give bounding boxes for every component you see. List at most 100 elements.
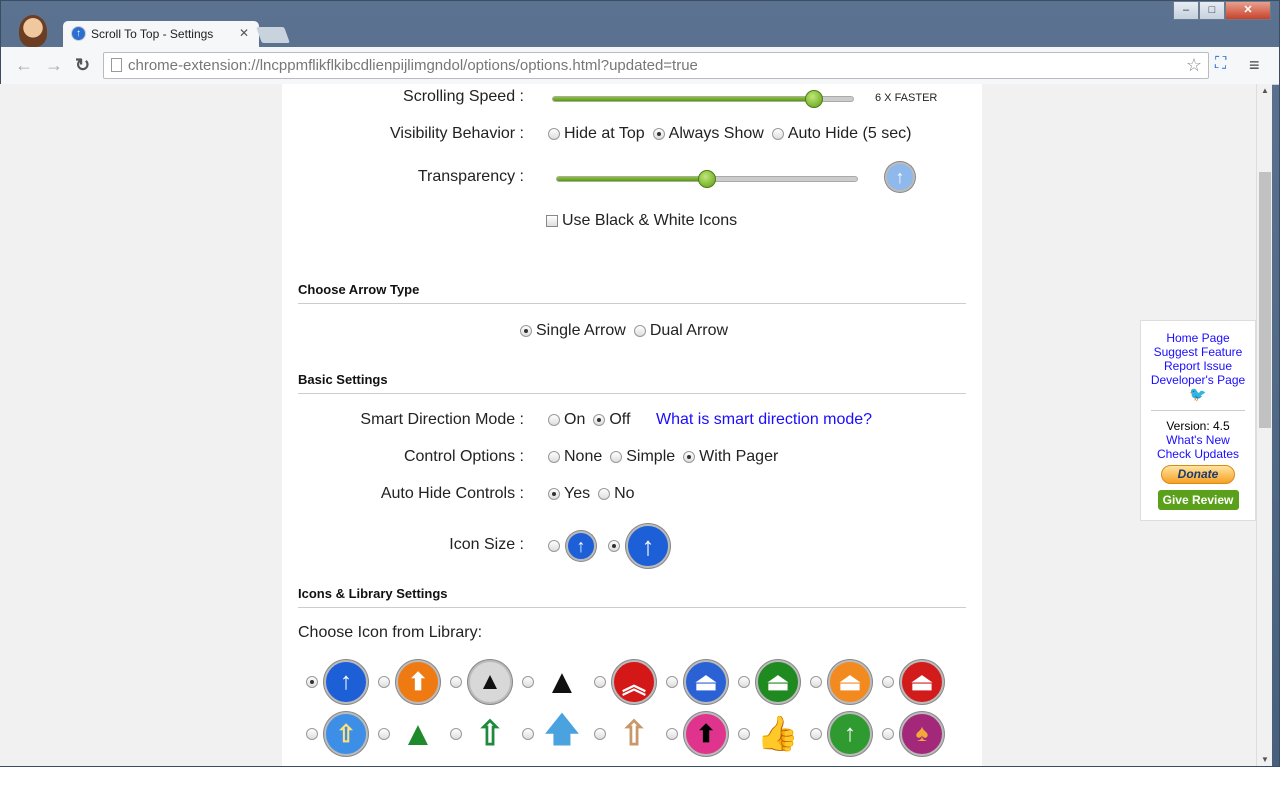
control-options-option[interactable]: None bbox=[548, 448, 602, 466]
auto-hide-controls-option[interactable]: Yes bbox=[548, 485, 590, 503]
reload-icon[interactable]: ↻ bbox=[75, 55, 90, 76]
visibility-option[interactable]: Auto Hide (5 sec) bbox=[771, 125, 911, 143]
auto-hide-controls-label: Auto Hide Controls : bbox=[380, 485, 524, 502]
library-icon-radio[interactable] bbox=[666, 728, 678, 740]
back-icon[interactable]: ← bbox=[15, 55, 33, 76]
library-icon-radio[interactable] bbox=[882, 676, 894, 688]
sidebar-link[interactable]: Suggest Feature bbox=[1141, 345, 1255, 359]
library-icon-option[interactable]: ↑ bbox=[810, 712, 882, 756]
visibility-option-label: Always Show bbox=[668, 125, 764, 142]
arrow-type-radio[interactable] bbox=[633, 324, 646, 337]
donate-button[interactable]: Donate bbox=[1161, 465, 1235, 484]
smart-direction-radio[interactable] bbox=[548, 413, 560, 426]
library-icon-option[interactable]: ▲ bbox=[378, 712, 450, 756]
address-bar[interactable]: chrome-extension://lncppmflikflkibcdlien… bbox=[103, 52, 1209, 79]
control-options-option[interactable]: With Pager bbox=[683, 448, 778, 466]
control-options-radio[interactable] bbox=[548, 450, 560, 463]
minimize-button[interactable]: – bbox=[1173, 1, 1199, 20]
auto-hide-controls-radio[interactable] bbox=[598, 487, 611, 500]
visibility-radio[interactable] bbox=[771, 127, 784, 140]
library-icon-option[interactable]: ⇧ bbox=[594, 712, 666, 756]
library-icon-radio[interactable] bbox=[810, 728, 822, 740]
slider-knob[interactable] bbox=[805, 90, 823, 108]
library-icon-radio[interactable] bbox=[450, 728, 462, 740]
control-options-radio[interactable] bbox=[610, 450, 623, 463]
give-review-button[interactable]: Give Review bbox=[1157, 490, 1239, 510]
auto-hide-controls-radio[interactable] bbox=[548, 487, 560, 500]
forward-icon[interactable]: → bbox=[45, 55, 63, 76]
arrow-type-radio[interactable] bbox=[520, 324, 532, 337]
library-icon-radio[interactable] bbox=[738, 676, 750, 688]
sidebar-link[interactable]: Developer's Page bbox=[1141, 373, 1255, 387]
twitter-icon[interactable]: 🐦 bbox=[1141, 387, 1255, 401]
library-icon-radio[interactable] bbox=[594, 728, 606, 740]
library-icon-radio[interactable] bbox=[378, 676, 390, 688]
bookmark-star-icon[interactable]: ☆ bbox=[1186, 55, 1202, 76]
close-window-button[interactable]: ✕ bbox=[1225, 1, 1271, 20]
control-options-radio[interactable] bbox=[683, 450, 696, 463]
library-icon-option[interactable]: ⏏ bbox=[810, 660, 882, 704]
library-icon-radio[interactable] bbox=[522, 728, 534, 740]
library-icon-option[interactable]: 🡅 bbox=[522, 711, 594, 756]
library-icon-option[interactable]: ⏏ bbox=[882, 660, 954, 704]
library-icon-option[interactable]: ⏏ bbox=[666, 660, 738, 704]
library-icon-option[interactable]: ↑ bbox=[306, 660, 378, 704]
menu-icon[interactable]: ≡ bbox=[1249, 55, 1260, 76]
whats-new-link[interactable]: What's New bbox=[1141, 433, 1255, 447]
visibility-option[interactable]: Hide at Top bbox=[548, 125, 645, 143]
library-icon-radio[interactable] bbox=[666, 676, 678, 688]
scroll-down-icon[interactable]: ▼ bbox=[1261, 755, 1269, 764]
sidebar-link[interactable]: Home Page bbox=[1141, 331, 1255, 345]
green-outline-arrow-icon: ⇧ bbox=[468, 712, 512, 756]
auto-hide-controls-option[interactable]: No bbox=[598, 485, 635, 503]
transparency-slider[interactable] bbox=[556, 170, 858, 188]
library-icon-option[interactable]: ▲ bbox=[522, 660, 594, 704]
smart-direction-option[interactable]: Off bbox=[593, 411, 630, 429]
vertical-scrollbar[interactable]: ▲ ▼ bbox=[1256, 84, 1272, 766]
library-icon-option[interactable]: ⏏ bbox=[738, 660, 810, 704]
smart-direction-option[interactable]: On bbox=[548, 411, 585, 429]
profile-avatar-icon[interactable] bbox=[19, 15, 47, 47]
cast-icon[interactable]: ⛶ bbox=[1215, 55, 1226, 73]
library-icon-option[interactable]: ⇧ bbox=[450, 712, 522, 756]
arrow-type-option[interactable]: Dual Arrow bbox=[633, 322, 728, 340]
scrollbar-thumb[interactable] bbox=[1259, 172, 1271, 428]
library-icon-radio[interactable] bbox=[450, 676, 462, 688]
arrow-type-option[interactable]: Single Arrow bbox=[520, 322, 626, 340]
visibility-radio[interactable] bbox=[548, 127, 560, 140]
library-icon-option[interactable]: 👍 bbox=[738, 712, 810, 756]
library-icon-radio[interactable] bbox=[522, 676, 534, 688]
visibility-option[interactable]: Always Show bbox=[652, 125, 764, 143]
sidebar-link[interactable]: Report Issue bbox=[1141, 359, 1255, 373]
purple-heart-icon: ♠ bbox=[900, 712, 944, 756]
library-icon-radio[interactable] bbox=[738, 728, 750, 740]
control-options-label: Control Options : bbox=[403, 448, 524, 465]
library-icon-radio[interactable] bbox=[810, 676, 822, 688]
library-icon-radio[interactable] bbox=[378, 728, 390, 740]
library-icon-radio[interactable] bbox=[306, 728, 318, 740]
scroll-up-icon[interactable]: ▲ bbox=[1261, 86, 1269, 95]
new-tab-button[interactable] bbox=[256, 27, 290, 43]
control-options-option[interactable]: Simple bbox=[610, 448, 675, 466]
maximize-button[interactable]: □ bbox=[1199, 1, 1225, 20]
icon-size-small-radio[interactable] bbox=[548, 540, 560, 552]
library-icon-radio[interactable] bbox=[594, 676, 606, 688]
icon-size-large-radio[interactable] bbox=[608, 540, 620, 552]
scrolling-speed-slider[interactable] bbox=[552, 90, 854, 108]
library-icon-radio[interactable] bbox=[882, 728, 894, 740]
library-icon-option[interactable]: ♠ bbox=[882, 712, 954, 756]
library-icon-option[interactable]: ︽ bbox=[594, 660, 666, 704]
check-updates-link[interactable]: Check Updates bbox=[1141, 447, 1255, 461]
library-icon-option[interactable]: ⇧ bbox=[306, 712, 378, 756]
library-icon-option[interactable]: ⬆ bbox=[666, 712, 738, 756]
smart-direction-radio[interactable] bbox=[593, 413, 606, 426]
visibility-radio[interactable] bbox=[652, 127, 665, 140]
bw-icons-checkbox[interactable] bbox=[546, 214, 558, 227]
library-icon-option[interactable]: ⬆ bbox=[378, 660, 450, 704]
library-icon-option[interactable]: ▲ bbox=[450, 660, 522, 704]
tab-scroll-to-top-settings[interactable]: ↑ Scroll To Top - Settings ✕ bbox=[63, 21, 259, 47]
tab-close-icon[interactable]: ✕ bbox=[239, 26, 249, 40]
library-icon-radio[interactable] bbox=[306, 676, 318, 688]
smart-direction-help-link[interactable]: What is smart direction mode? bbox=[656, 411, 872, 429]
slider-knob[interactable] bbox=[698, 170, 716, 188]
